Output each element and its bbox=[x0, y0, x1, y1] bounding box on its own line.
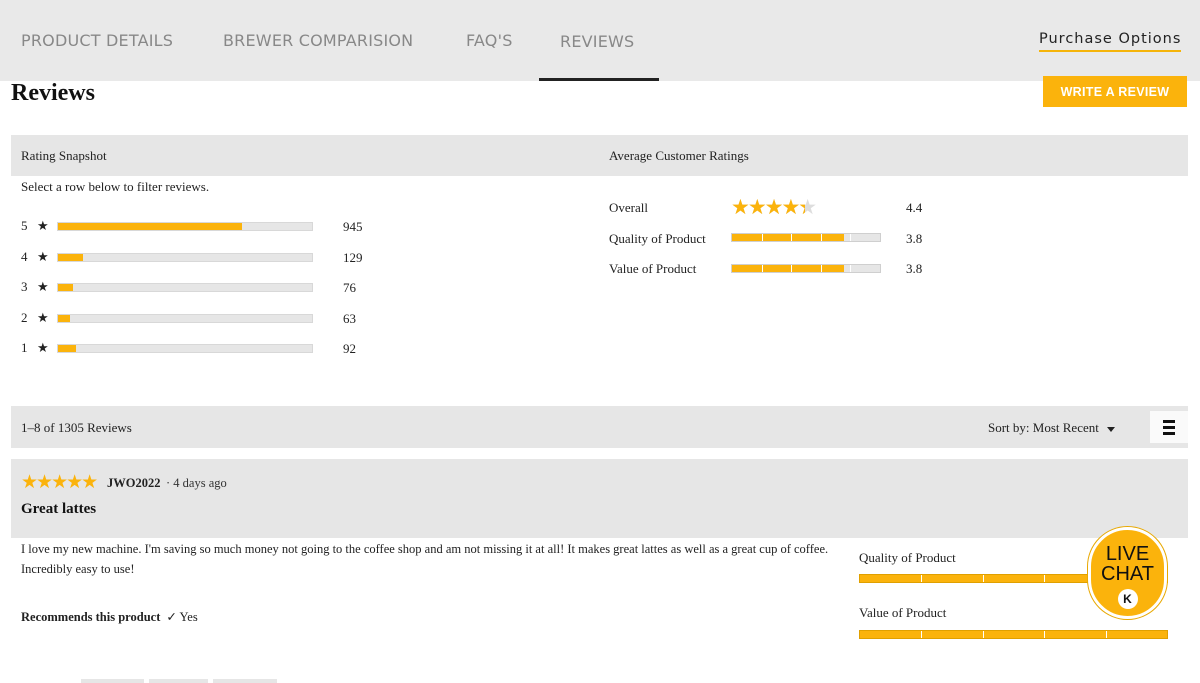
quality-value: 3.8 bbox=[906, 231, 923, 246]
rating-row-bar-fill bbox=[58, 284, 73, 291]
star-icon: ★ bbox=[37, 279, 49, 294]
live-chat-line2: CHAT bbox=[1101, 563, 1154, 585]
filter-menu-button[interactable] bbox=[1150, 411, 1188, 443]
live-chat-line1: LIVE bbox=[1105, 543, 1150, 565]
tab-product-details[interactable]: PRODUCT DETAILS bbox=[21, 31, 173, 50]
value-rating-fill bbox=[732, 265, 845, 272]
report-button[interactable] bbox=[213, 679, 277, 683]
recommendation: Recommends this product ✓ Yes bbox=[21, 609, 198, 625]
rating-row-bar[interactable] bbox=[57, 253, 313, 262]
bar-segment-divider bbox=[791, 265, 793, 272]
value-label: Value of Product bbox=[609, 261, 697, 276]
sort-dropdown[interactable]: Sort by: Most Recent bbox=[988, 420, 1115, 436]
recommend-value: ✓ Yes bbox=[166, 610, 198, 624]
live-chat-button[interactable]: LIVE CHAT K bbox=[1088, 527, 1167, 619]
rating-row-bar-fill bbox=[58, 345, 76, 352]
rating-row-bar[interactable] bbox=[57, 283, 313, 292]
rating-row-3-star[interactable]: 3 ★ bbox=[21, 279, 57, 294]
rating-row-bar-fill bbox=[58, 254, 84, 261]
write-review-button[interactable]: WRITE A REVIEW bbox=[1043, 76, 1187, 107]
bar-segment-divider bbox=[761, 234, 763, 241]
rating-row-count: 945 bbox=[343, 219, 363, 234]
rating-row-bar[interactable] bbox=[57, 314, 313, 323]
tab-brewer-comparison[interactable]: BREWER COMPARISION bbox=[223, 31, 413, 50]
value-rating-bar bbox=[731, 264, 881, 273]
rating-row-2-star[interactable]: 2 ★ bbox=[21, 310, 57, 325]
recommend-label: Recommends this product bbox=[21, 610, 161, 624]
quality-rating-bar bbox=[731, 233, 881, 242]
review-title: Great lattes bbox=[21, 501, 97, 517]
filter-hint: Select a row below to filter reviews. bbox=[21, 179, 210, 194]
bar-segment-divider bbox=[1044, 575, 1046, 582]
page-title: Reviews bbox=[11, 80, 95, 106]
star-icon: ★ bbox=[37, 310, 49, 325]
menu-icon bbox=[1163, 419, 1175, 423]
sort-label: Sort by: Most Recent bbox=[988, 420, 1099, 435]
overall-value: 4.4 bbox=[906, 200, 923, 215]
rating-row-count: 76 bbox=[343, 280, 356, 295]
rating-row-1-star[interactable]: 1 ★ bbox=[21, 340, 57, 355]
chat-logo-icon: K bbox=[1117, 589, 1138, 609]
rating-snapshot-heading: Rating Snapshot bbox=[21, 148, 107, 163]
bar-segment-divider bbox=[982, 575, 984, 582]
bar-segment-divider bbox=[982, 631, 984, 638]
quality-rating-fill bbox=[732, 234, 845, 241]
rating-row-stars: 5 bbox=[21, 218, 28, 233]
bar-segment-divider bbox=[761, 265, 763, 272]
star-icon: ★ bbox=[37, 249, 49, 264]
rating-row-4-star[interactable]: 4 ★ bbox=[21, 249, 57, 264]
bar-segment-divider bbox=[820, 265, 822, 272]
rating-row-bar-fill bbox=[58, 223, 242, 230]
bar-segment-divider bbox=[921, 575, 923, 582]
rating-row-count: 63 bbox=[343, 311, 356, 326]
rating-row-count: 92 bbox=[343, 341, 356, 356]
review-quality-label: Quality of Product bbox=[859, 550, 956, 565]
ratings-header: Rating Snapshot Average Customer Ratings bbox=[11, 135, 1188, 176]
rating-row-stars: 3 bbox=[21, 279, 28, 294]
bar-segment-divider bbox=[850, 265, 852, 272]
review-date: · 4 days ago bbox=[166, 476, 227, 490]
review-header: ★★★★★ JWO2022 · 4 days ago Great lattes bbox=[11, 459, 1188, 538]
star-icon: ★ bbox=[37, 218, 49, 233]
rating-row-count: 129 bbox=[343, 250, 363, 265]
overall-label: Overall bbox=[609, 200, 648, 215]
tab-faqs[interactable]: FAQ'S bbox=[466, 31, 513, 50]
review-count: 1–8 of 1305 Reviews bbox=[21, 420, 132, 435]
bar-segment-divider bbox=[921, 631, 923, 638]
chevron-down-icon bbox=[1106, 426, 1115, 432]
rating-row-bar[interactable] bbox=[57, 222, 313, 231]
rating-row-bar[interactable] bbox=[57, 344, 313, 353]
not-helpful-button[interactable] bbox=[149, 679, 208, 683]
review-value-bar bbox=[859, 630, 1168, 639]
bar-segment-divider bbox=[1044, 631, 1046, 638]
star-icon: ★ bbox=[37, 340, 49, 355]
bar-segment-divider bbox=[820, 234, 822, 241]
tab-reviews[interactable]: REVIEWS bbox=[560, 32, 634, 51]
reviews-toolbar: 1–8 of 1305 Reviews Sort by: Most Recent bbox=[11, 406, 1188, 448]
top-navigation: PRODUCT DETAILS BREWER COMPARISION FAQ'S… bbox=[0, 0, 1200, 81]
review-body: I love my new machine. I'm saving so muc… bbox=[21, 542, 829, 576]
value-value: 3.8 bbox=[906, 261, 923, 276]
rating-row-5-star[interactable]: 5 ★ bbox=[21, 218, 57, 233]
overall-stars-icon: ★★★★★ ★★★★★ bbox=[731, 197, 817, 218]
rating-row-stars: 4 bbox=[21, 249, 28, 264]
rating-row-bar-fill bbox=[58, 315, 71, 322]
bar-segment-divider bbox=[850, 234, 852, 241]
review-value-label: Value of Product bbox=[859, 605, 947, 620]
average-ratings-heading: Average Customer Ratings bbox=[609, 148, 749, 163]
quality-label: Quality of Product bbox=[609, 231, 706, 246]
bar-segment-divider bbox=[1105, 631, 1107, 638]
purchase-options-link[interactable]: Purchase Options bbox=[1039, 31, 1182, 52]
bar-segment-divider bbox=[791, 234, 793, 241]
review-stars-icon: ★★★★★ bbox=[21, 472, 98, 493]
rating-row-stars: 1 bbox=[21, 340, 28, 355]
helpful-button[interactable] bbox=[81, 679, 144, 683]
review-author[interactable]: JWO2022 bbox=[107, 476, 160, 491]
active-tab-indicator bbox=[539, 78, 659, 81]
star-filled-icon: ★★★★★ bbox=[731, 197, 805, 218]
rating-row-stars: 2 bbox=[21, 310, 28, 325]
